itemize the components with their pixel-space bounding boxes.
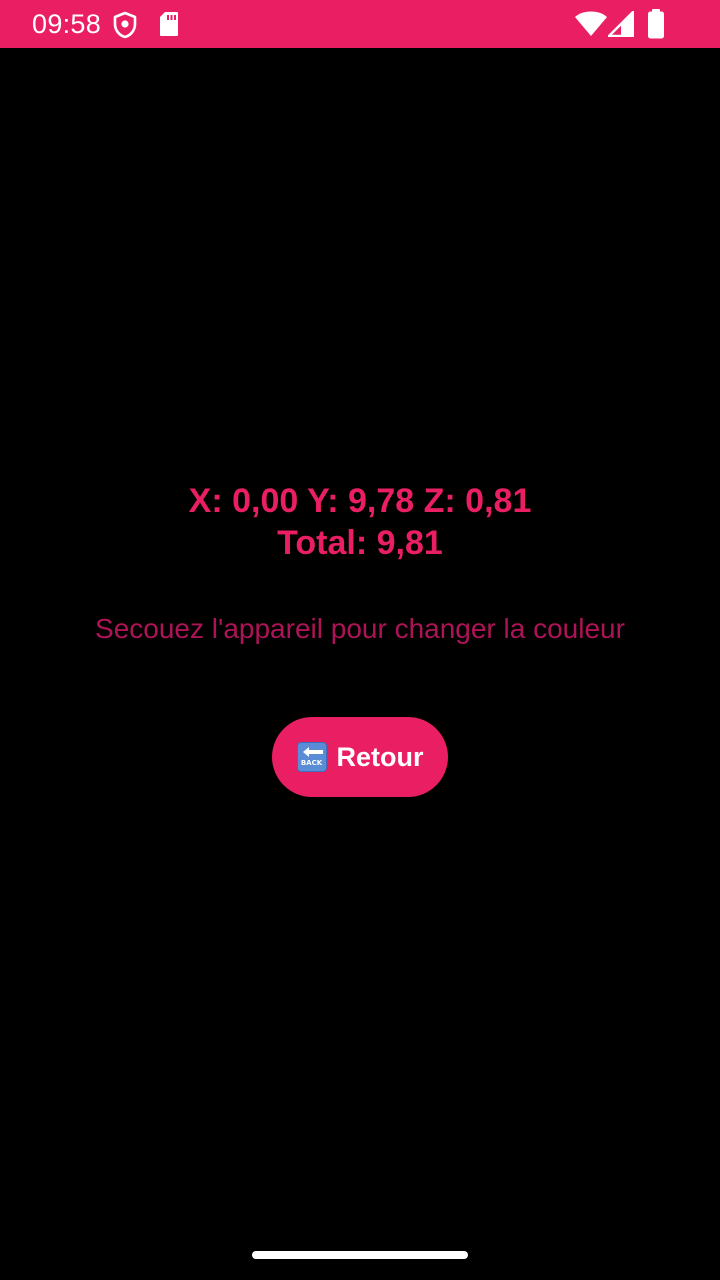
back-button[interactable]: BACK Retour bbox=[272, 717, 448, 797]
battery-icon bbox=[648, 9, 664, 39]
back-button-label: Retour bbox=[336, 742, 424, 772]
sd-card-icon bbox=[160, 12, 178, 36]
shield-icon bbox=[113, 11, 137, 39]
cellular-signal-icon bbox=[608, 11, 634, 37]
accelerometer-readings: X: 0,00 Y: 9,78 Z: 0,81 bbox=[188, 482, 532, 520]
shake-hint-text: Secouez l'appareil pour changer la coule… bbox=[95, 613, 625, 644]
acceleration-total: Total: 9,81 bbox=[277, 524, 443, 562]
back-emoji-text: BACK bbox=[300, 759, 323, 767]
status-bar: 09:58 bbox=[0, 0, 720, 48]
wifi-icon bbox=[575, 11, 607, 36]
status-time: 09:58 bbox=[32, 9, 102, 39]
home-indicator[interactable] bbox=[252, 1251, 468, 1259]
back-arrow-icon: BACK bbox=[296, 742, 327, 772]
